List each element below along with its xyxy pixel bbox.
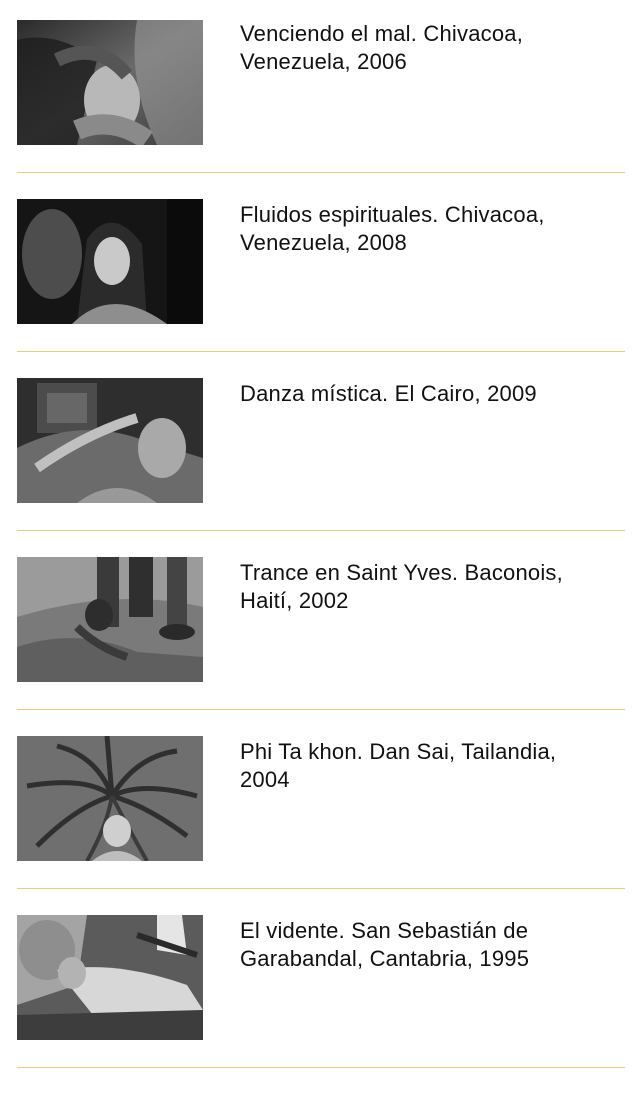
photo-caption: Venciendo el mal. Chivacoa, Venezuela, 2… [240, 21, 524, 74]
gallery-item[interactable]: Danza mística. El Cairo, 2009 [17, 352, 625, 531]
photo-caption: Fluidos espirituales. Chivacoa, Venezuel… [240, 202, 545, 255]
gallery-item[interactable]: Fluidos espirituales. Chivacoa, Venezuel… [17, 173, 625, 352]
gallery-item[interactable]: Trance en Saint Yves. Baconois, Haití, 2… [17, 531, 625, 710]
photo-man-on-ground[interactable] [17, 557, 203, 682]
photo-woman-in-trance[interactable] [17, 199, 203, 324]
photo-caption: Trance en Saint Yves. Baconois, Haití, 2… [240, 560, 563, 613]
photo-mystic-dance[interactable] [17, 378, 203, 503]
gallery-item[interactable]: Venciendo el mal. Chivacoa, Venezuela, 2… [17, 20, 625, 173]
gallery-item[interactable]: El vidente. San Sebastián de Garabandal,… [17, 889, 625, 1068]
photo-caption: El vidente. San Sebastián de Garabandal,… [240, 918, 530, 971]
photo-tree-roots[interactable] [17, 736, 203, 861]
photo-seer-lying[interactable] [17, 915, 203, 1040]
gallery-item[interactable]: Phi Ta khon. Dan Sai, Tailandia, 2004 [17, 710, 625, 889]
photo-gallery-list: Venciendo el mal. Chivacoa, Venezuela, 2… [17, 20, 625, 1068]
photo-woman-water-ritual[interactable] [17, 20, 203, 145]
photo-caption: Danza mística. El Cairo, 2009 [240, 381, 537, 406]
photo-caption: Phi Ta khon. Dan Sai, Tailandia, 2004 [240, 739, 557, 792]
